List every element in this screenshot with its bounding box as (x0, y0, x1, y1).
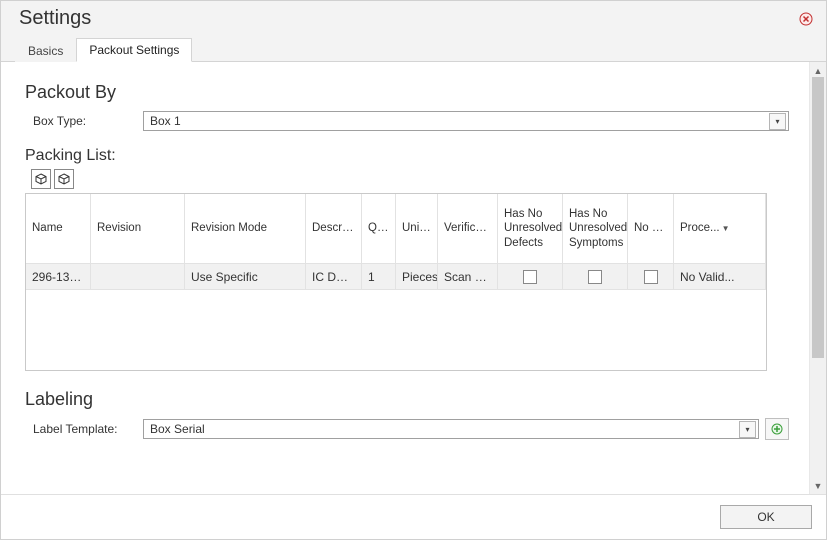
grid-header: Name Revision Revision Mode Descript... … (26, 194, 766, 264)
col-no-f[interactable]: No F... (628, 194, 674, 264)
box-type-row: Box Type: Box 1 ▾ (25, 111, 789, 131)
chevron-down-icon: ▾ (769, 113, 786, 130)
cell-quantity: 1 (362, 264, 396, 290)
cell-verification: Scan UID (438, 264, 498, 290)
col-quantity[interactable]: Qu... (362, 194, 396, 264)
package-icon (35, 173, 47, 185)
col-revision[interactable]: Revision (91, 194, 185, 264)
col-verification[interactable]: Verificat... (438, 194, 498, 264)
col-no-defects[interactable]: Has No Unresolved Defects (498, 194, 563, 264)
sort-desc-icon: ▼ (722, 224, 730, 234)
packing-list-title: Packing List: (25, 147, 789, 165)
box-type-label: Box Type: (25, 114, 143, 128)
cell-no-f (628, 264, 674, 290)
col-description[interactable]: Descript... (306, 194, 362, 264)
add-label-template-button[interactable] (765, 418, 789, 440)
col-units[interactable]: Unit... (396, 194, 438, 264)
scroll-thumb[interactable] (812, 77, 824, 358)
packing-list-grid: Name Revision Revision Mode Descript... … (25, 193, 767, 371)
cell-process: No Valid... (674, 264, 766, 290)
scroll-track[interactable] (810, 77, 826, 479)
close-button[interactable] (798, 11, 814, 27)
packout-by-title: Packout By (25, 82, 789, 103)
cell-name: 296-131... (26, 264, 91, 290)
tab-packout-settings[interactable]: Packout Settings (76, 38, 192, 62)
label-template-row: Label Template: Box Serial ▾ (25, 418, 789, 440)
cell-no-defects (498, 264, 563, 290)
tab-strip: Basics Packout Settings (1, 36, 826, 62)
tab-basics[interactable]: Basics (15, 39, 76, 62)
package-icon-button-2[interactable] (54, 169, 74, 189)
label-template-value: Box Serial (150, 422, 205, 436)
cell-no-symptoms (563, 264, 628, 290)
scroll-up-icon[interactable]: ▲ (812, 64, 825, 77)
close-icon (799, 12, 813, 26)
col-revision-mode[interactable]: Revision Mode (185, 194, 306, 264)
box-type-value: Box 1 (150, 114, 181, 128)
dialog-footer: OK (1, 494, 826, 539)
col-process[interactable]: Proce...▼ (674, 194, 766, 264)
label-template-label: Label Template: (25, 422, 143, 436)
page-title: Settings (19, 7, 91, 30)
content-area: Packout By Box Type: Box 1 ▾ Packing Lis… (1, 62, 809, 494)
labeling-title: Labeling (25, 389, 789, 410)
vertical-scrollbar[interactable]: ▲ ▼ (809, 62, 826, 494)
checkbox[interactable] (523, 270, 537, 284)
label-template-select[interactable]: Box Serial ▾ (143, 419, 759, 439)
package-icon (58, 173, 70, 185)
cell-units: Pieces (396, 264, 438, 290)
col-name[interactable]: Name (26, 194, 91, 264)
box-type-select[interactable]: Box 1 ▾ (143, 111, 789, 131)
package-icon-button-1[interactable] (31, 169, 51, 189)
cell-description: IC DRVR... (306, 264, 362, 290)
plus-icon (771, 423, 783, 435)
content-wrap: Packout By Box Type: Box 1 ▾ Packing Lis… (1, 62, 826, 494)
scroll-down-icon[interactable]: ▼ (812, 479, 825, 492)
ok-button[interactable]: OK (720, 505, 812, 529)
col-no-symptoms[interactable]: Has No Unresolved Symptoms (563, 194, 628, 264)
grid-empty-area (26, 290, 766, 370)
cell-revision (91, 264, 185, 290)
checkbox[interactable] (588, 270, 602, 284)
cell-revision-mode: Use Specific (185, 264, 306, 290)
chevron-down-icon: ▾ (739, 421, 756, 438)
settings-window: Settings Basics Packout Settings Packout… (0, 0, 827, 540)
packing-list-toolbar (31, 169, 789, 189)
window-header: Settings (1, 1, 826, 36)
checkbox[interactable] (644, 270, 658, 284)
table-row[interactable]: 296-131... Use Specific IC DRVR... 1 Pie… (26, 264, 766, 290)
